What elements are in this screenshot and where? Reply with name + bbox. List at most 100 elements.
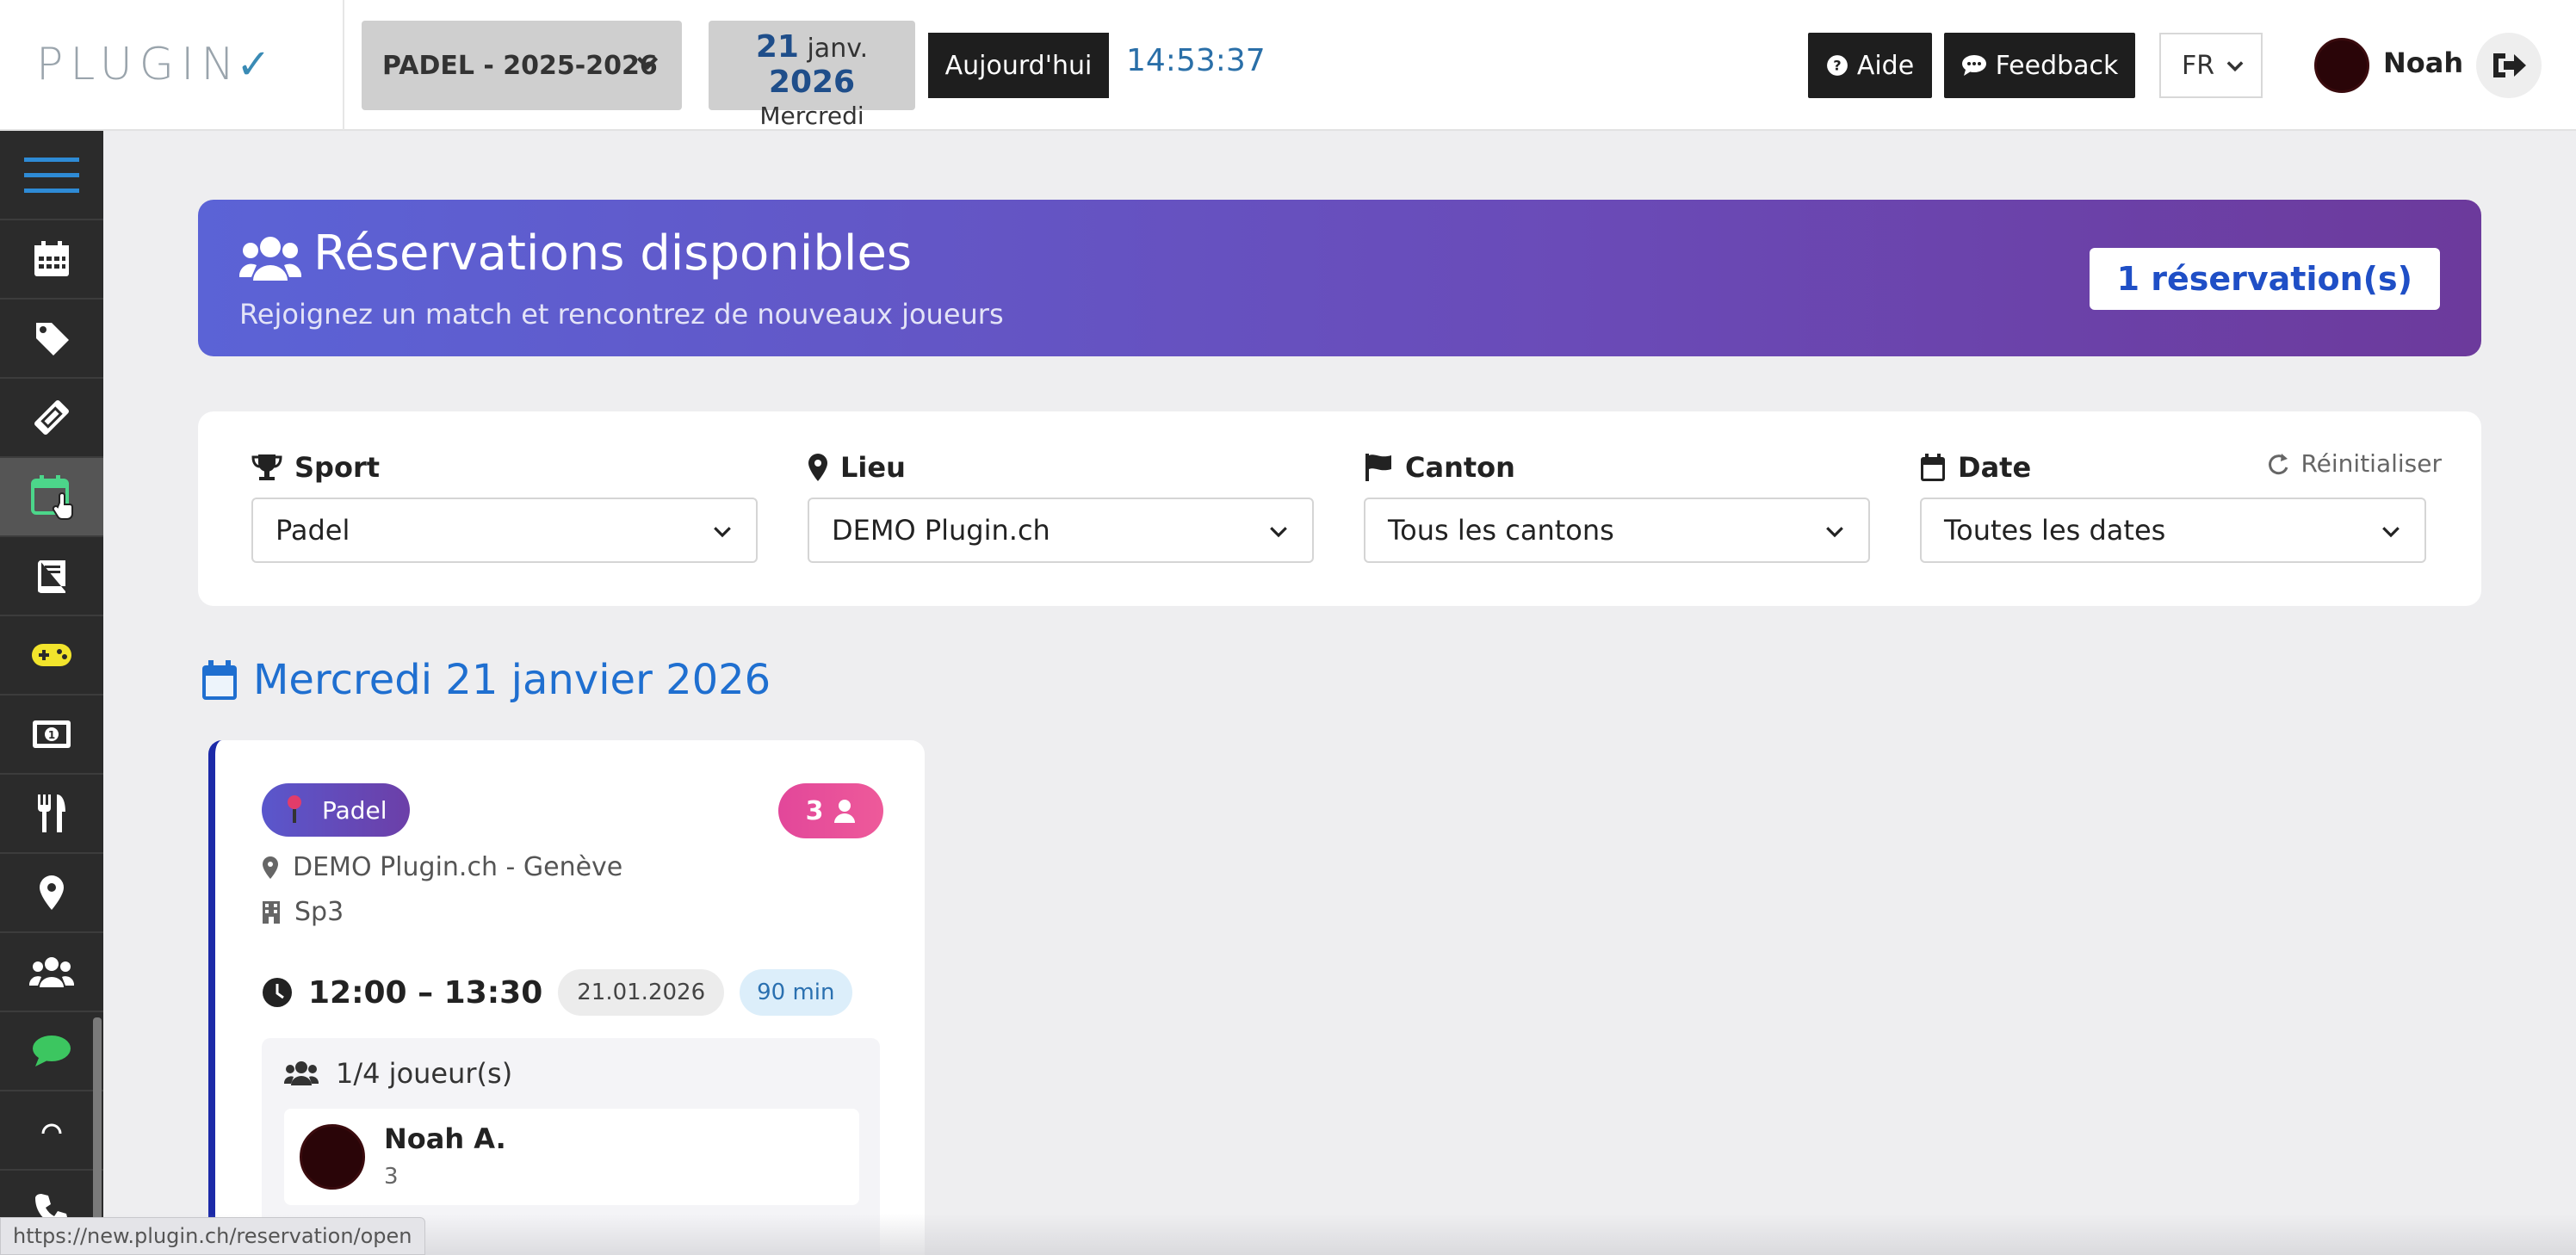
sidebar-item-loading[interactable] [0,1091,103,1171]
sport-select[interactable]: Padel [251,498,758,563]
chevron-down-icon [2382,527,2400,538]
sidebar-item-tags[interactable] [0,300,103,379]
comment-icon [1961,55,1986,76]
card-time-row: 12:00 – 13:30 21.01.2026 90 min [262,969,852,1016]
date-filter-label: Date [1920,451,2031,484]
language-select[interactable]: FR [2159,33,2263,98]
chevron-down-icon [1826,527,1843,538]
season-select[interactable]: PADEL - 2025-2026 [362,21,682,110]
bottom-fade [103,1214,2576,1255]
reset-filters-link[interactable]: Réinitialiser [2266,449,2442,478]
filters-panel: Sport Padel Lieu DEMO Plugin.ch Canton T… [198,411,2481,606]
players-title: 1/4 joueur(s) [284,1057,512,1090]
card-date-chip: 21.01.2026 [558,969,725,1016]
chevron-down-icon [714,527,731,538]
canton-select[interactable]: Tous les cantons [1364,498,1870,563]
users-icon [239,237,301,281]
ticket-icon [34,400,69,435]
sidebar-menu-toggle[interactable] [0,131,103,220]
menu-icon [24,158,79,193]
map-marker-icon [40,875,64,910]
calendar-icon [34,241,69,276]
logo-text: PLUGIN [36,39,242,90]
sidebar-item-chat[interactable] [0,1012,103,1091]
player-name: Noah A. [384,1122,506,1155]
sidebar-item-locations[interactable] [0,854,103,933]
sidebar-item-members[interactable] [0,933,103,1012]
logout-button[interactable] [2476,33,2542,98]
map-marker-icon [808,454,827,481]
spinner-icon [41,1123,62,1134]
lieu-filter-label: Lieu [808,451,906,484]
svg-text:1: 1 [48,729,55,741]
card-court: Sp3 [262,897,344,927]
card-duration-chip: 90 min [740,969,852,1016]
date-select-value: Toutes les dates [1944,514,2166,547]
sport-badge-label: Padel [322,795,387,825]
users-icon [29,957,74,987]
avatar [300,1124,365,1190]
avatar[interactable] [2314,38,2369,93]
current-date[interactable]: 21 janv. 2026 Mercredi [709,21,915,130]
sidebar-item-games[interactable] [0,616,103,696]
trophy-icon [251,454,282,480]
user-name[interactable]: Noah [2383,46,2463,79]
reservation-count-badge: 1 réservation(s) [2089,248,2440,310]
today-button[interactable]: Aujourd'hui [928,33,1109,98]
status-bar-url: https://new.plugin.ch/reservation/open [0,1217,425,1255]
chat-icon [33,1036,71,1066]
sidebar-item-restaurant[interactable] [0,775,103,854]
clock-icon [263,978,292,1007]
sidebar-item-calendar[interactable] [0,220,103,300]
sport-select-value: Padel [276,514,350,547]
date-select[interactable]: Toutes les dates [1920,498,2426,563]
redo-icon [2269,453,2288,474]
lieu-select-value: DEMO Plugin.ch [832,514,1050,547]
chevron-down-icon [1270,527,1287,538]
card-court-text: Sp3 [294,897,344,927]
help-button[interactable]: ? Aide [1808,33,1932,98]
player-level: 3 [384,1164,399,1190]
participants-count: 3 [805,795,824,826]
reservations-banner: Réservations disponibles Rejoignez un ma… [198,200,2481,356]
lieu-select[interactable]: DEMO Plugin.ch [808,498,1314,563]
players-count-text: 1/4 joueur(s) [336,1057,513,1090]
date-day: 21 [755,29,799,65]
canton-label-text: Canton [1405,451,1515,484]
sidebar-item-open-reservations[interactable] [0,458,103,537]
participants-count-badge: 3 [778,783,883,838]
sport-filter-label: Sport [251,451,380,484]
chevron-down-icon [636,56,659,71]
page-title: Réservations disponibles [313,226,913,281]
sidebar-item-book[interactable] [0,537,103,616]
date-weekday: Mercredi [759,102,864,130]
padel-racket-icon [288,795,301,823]
flag-icon [1365,454,1391,481]
map-marker-icon [263,856,278,879]
sign-out-icon [2493,53,2526,77]
calendar-icon [202,660,237,700]
feedback-button[interactable]: Feedback [1944,33,2135,98]
date-year: 2026 [768,65,856,100]
svg-text:?: ? [1833,57,1841,73]
question-circle-icon: ? [1826,55,1848,76]
canton-select-value: Tous les cantons [1388,514,1614,547]
day-heading: Mercredi 21 janvier 2026 [201,656,771,704]
lieu-label-text: Lieu [840,451,906,484]
sidebar-item-payments[interactable]: 1 [0,696,103,775]
season-value: PADEL - 2025-2026 [382,50,658,81]
sport-badge: Padel [262,783,410,837]
utensils-icon [38,794,65,832]
logo[interactable]: PLUGIN ✓ [0,0,344,130]
money-icon: 1 [33,720,71,748]
reservation-card[interactable]: Padel 3 DEMO Plugin.ch - Genève Sp3 12:0… [208,740,925,1255]
feedback-label: Feedback [1995,50,2119,81]
chevron-down-icon [2226,61,2244,72]
card-location: DEMO Plugin.ch - Genève [262,852,622,882]
logo-check-icon: ✓ [236,40,271,89]
sidebar-item-tickets[interactable] [0,379,103,458]
player-row[interactable]: Noah A. 3 [284,1109,859,1205]
day-heading-text: Mercredi 21 janvier 2026 [253,656,771,704]
book-icon [38,560,65,593]
help-label: Aide [1856,50,1915,81]
